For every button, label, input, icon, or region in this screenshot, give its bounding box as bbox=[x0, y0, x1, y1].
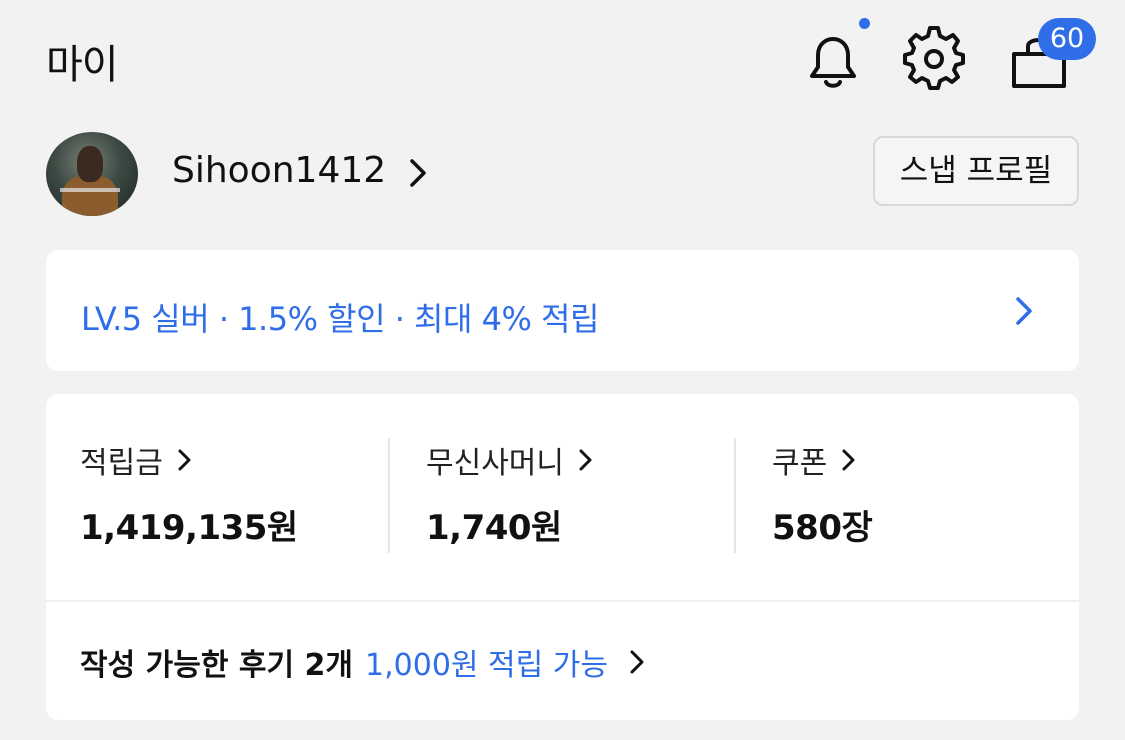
membership-level-card[interactable]: LV.5 실버 · 1.5% 할인 · 최대 4% 적립 bbox=[46, 250, 1079, 371]
wallet-card: 적립금 1,419,135원 무신사머니 1,740원 쿠폰 580장 작성 가… bbox=[46, 394, 1079, 720]
review-reward-text: 1,000원 적립 가능 bbox=[365, 648, 608, 683]
notifications-button[interactable] bbox=[798, 18, 870, 94]
gear-icon bbox=[903, 26, 965, 90]
snap-profile-button[interactable]: 스냅 프로필 bbox=[873, 136, 1079, 206]
avatar-caption-strip bbox=[60, 188, 120, 192]
chevron-right-icon bbox=[1016, 297, 1032, 325]
profile-row: Sihoon1412 스냅 프로필 bbox=[0, 120, 1125, 230]
musinsa-money-value: 1,740원 bbox=[426, 508, 562, 548]
divider bbox=[388, 438, 390, 553]
page-title: 마이 bbox=[46, 42, 119, 88]
settings-button[interactable] bbox=[899, 24, 969, 94]
membership-level-text: LV.5 실버 · 1.5% 할인 · 최대 4% 적립 bbox=[81, 300, 599, 338]
avatar[interactable] bbox=[46, 132, 138, 216]
chevron-right-icon bbox=[842, 449, 855, 471]
musinsa-money-label: 무신사머니 bbox=[426, 446, 564, 481]
bell-icon bbox=[810, 37, 856, 88]
review-count-text: 작성 가능한 후기 2개 bbox=[80, 648, 354, 683]
chevron-right-icon bbox=[579, 449, 592, 471]
notification-dot bbox=[859, 18, 870, 29]
cart-button[interactable]: 60 bbox=[1004, 18, 1096, 94]
points-label: 적립금 bbox=[80, 446, 163, 481]
musinsa-money-item[interactable]: 무신사머니 1,740원 bbox=[426, 438, 594, 556]
avatar-figure-body bbox=[62, 176, 118, 216]
chevron-right-icon bbox=[630, 650, 644, 674]
coupon-label: 쿠폰 bbox=[772, 446, 828, 481]
chevron-right-icon bbox=[178, 449, 191, 471]
coupon-item[interactable]: 쿠폰 580장 bbox=[772, 438, 873, 556]
chevron-right-icon[interactable] bbox=[405, 156, 431, 190]
username[interactable]: Sihoon1412 bbox=[172, 150, 386, 191]
points-value: 1,419,135원 bbox=[80, 508, 298, 548]
header: 마이 60 bbox=[0, 0, 1125, 120]
divider bbox=[46, 600, 1079, 602]
divider bbox=[734, 438, 736, 553]
coupon-value: 580장 bbox=[772, 508, 873, 548]
cart-count-badge: 60 bbox=[1038, 18, 1096, 60]
avatar-figure-face bbox=[77, 146, 103, 182]
points-item[interactable]: 적립금 1,419,135원 bbox=[80, 438, 298, 556]
review-reward-row[interactable]: 작성 가능한 후기 2개 1,000원 적립 가능 bbox=[80, 640, 646, 684]
